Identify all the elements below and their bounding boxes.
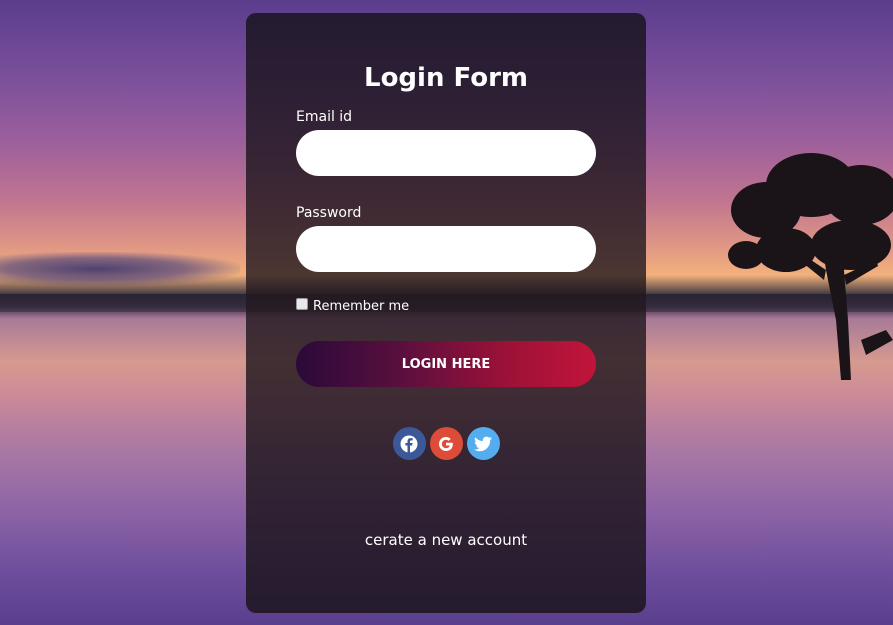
social-login-row: [246, 427, 646, 460]
facebook-icon: [400, 435, 418, 452]
remember-me-checkbox[interactable]: [296, 297, 308, 310]
email-input[interactable]: [296, 130, 596, 176]
login-card: Login Form Email id Password Remember me…: [246, 13, 646, 613]
create-account-link[interactable]: cerate a new account: [246, 531, 646, 549]
remember-me-label: Remember me: [313, 299, 410, 314]
twitter-button[interactable]: [466, 427, 500, 460]
tree-silhouette: [728, 153, 893, 380]
google-icon: [439, 436, 453, 451]
facebook-button[interactable]: [392, 427, 426, 460]
password-input[interactable]: [296, 226, 596, 272]
email-label: Email id: [296, 109, 353, 125]
password-label: Password: [296, 205, 362, 221]
form-title: Login Form: [364, 63, 528, 93]
background-cloud: [0, 252, 240, 286]
login-button[interactable]: LOGIN HERE: [296, 341, 596, 387]
google-button[interactable]: [429, 427, 463, 460]
remember-me-row[interactable]: Remember me: [296, 297, 410, 314]
twitter-icon: [474, 436, 492, 451]
